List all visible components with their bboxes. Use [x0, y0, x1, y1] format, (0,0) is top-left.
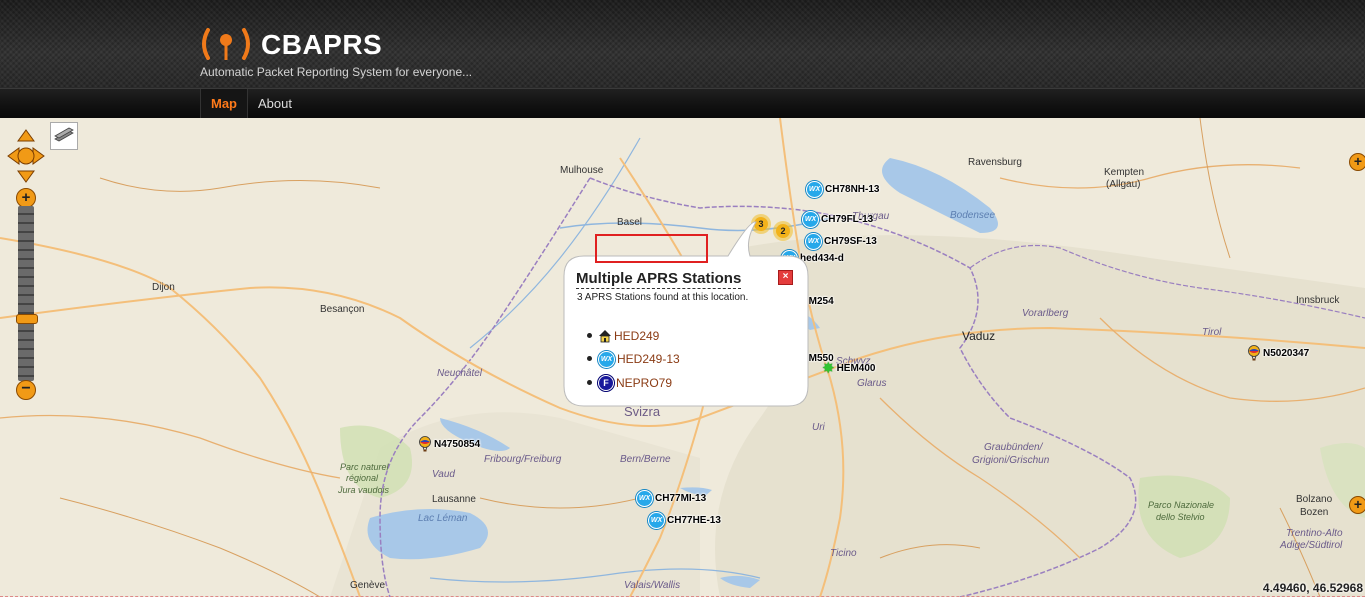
main-nav: Map About	[0, 88, 1365, 119]
place-label: Bolzano	[1296, 494, 1333, 505]
place-label: Lausanne	[432, 494, 476, 505]
place-label: Grigioni/Grischun	[972, 455, 1050, 466]
close-icon[interactable]: ×	[778, 270, 793, 285]
place-label: Lac Léman	[418, 513, 468, 524]
wx-icon: WX	[648, 511, 665, 529]
place-label: Kempten	[1104, 167, 1145, 178]
place-label: Valais/Wallis	[624, 580, 681, 591]
popup-title: Multiple APRS Stations	[576, 270, 742, 289]
pan-control[interactable]	[7, 129, 45, 183]
station-label[interactable]: N5020347	[1263, 348, 1309, 359]
popup-station-link[interactable]: HED249-13	[617, 352, 680, 366]
place-label: Uri	[812, 422, 825, 433]
place-label: Tirol	[1202, 327, 1222, 338]
place-label: dello Stelvio	[1156, 512, 1205, 522]
header: CBAPRS Automatic Packet Reporting System…	[0, 0, 1365, 88]
highlight-box	[595, 234, 708, 263]
place-label: Vorarlberg	[1022, 308, 1069, 319]
popup-window: Multiple APRS Stations × 3 APRS Stations…	[564, 256, 804, 406]
station-label[interactable]: N4750854	[434, 439, 480, 450]
expand-panel-button[interactable]: +	[1349, 153, 1365, 171]
place-label: Bern/Berne	[620, 454, 671, 465]
house-icon	[599, 330, 611, 343]
zoom-in-button[interactable]: +	[16, 188, 36, 208]
zoom-slider-track[interactable]	[18, 206, 34, 381]
station-marker[interactable]: N5020347	[1247, 345, 1309, 361]
brand-title[interactable]: CBAPRS	[261, 29, 382, 61]
place-label: Parco Nazionale	[1148, 500, 1215, 510]
popup-subtitle: 3 APRS Stations found at this location.	[577, 292, 749, 303]
wx-icon: WX	[598, 350, 615, 368]
station-label[interactable]: CH77MI-13	[655, 493, 706, 504]
layers-icon	[54, 127, 74, 142]
place-label: Bodensee	[950, 210, 996, 221]
popup-station-link[interactable]: HED249	[614, 329, 659, 343]
popup-station-item[interactable]: WX HED249-13	[587, 350, 680, 368]
station-marker[interactable]: WX CH77HE-13	[648, 511, 721, 529]
place-label: Graubünden/	[984, 442, 1043, 453]
balloon-icon	[419, 436, 431, 452]
expand-panel-button[interactable]: +	[1349, 496, 1365, 514]
layer-switcher-button[interactable]	[50, 122, 78, 150]
station-marker[interactable]: WX CH79SF-13	[805, 232, 877, 250]
place-label: régional	[346, 473, 379, 483]
place-label: Trentino-Alto	[1286, 528, 1343, 539]
bullet-icon	[587, 333, 592, 338]
nav-item-about[interactable]: About	[248, 89, 302, 119]
place-label: Dijon	[152, 282, 175, 293]
place-label: Jura vaudois	[338, 485, 390, 495]
station-marker[interactable]: WX CH78NH-13	[806, 180, 879, 198]
f-symbol-icon: F	[598, 375, 614, 391]
station-label[interactable]: HEM400	[837, 363, 876, 374]
station-label[interactable]: CH79SF-13	[824, 236, 877, 247]
map-canvas[interactable]: Mulhouse Basel Dijon Besançon Ravensburg…	[0, 118, 1365, 597]
place-label: Bozen	[1300, 507, 1329, 518]
place-label: Parc naturel	[340, 462, 389, 472]
place-label: Besançon	[320, 304, 365, 315]
zoom-out-button[interactable]: −	[16, 380, 36, 400]
station-label[interactable]: CH79FL-13	[821, 214, 873, 225]
place-label: Vaud	[432, 469, 455, 480]
station-label[interactable]: CH78NH-13	[825, 184, 879, 195]
station-marker[interactable]: WX CH77MI-13	[636, 489, 706, 507]
mouse-coordinates: 4.49460, 46.52968	[1262, 581, 1363, 595]
bullet-icon	[587, 380, 592, 385]
place-label: Innsbruck	[1296, 295, 1340, 306]
place-label: Ravensburg	[968, 157, 1022, 168]
place-label: Fribourg/Freiburg	[484, 454, 562, 465]
station-marker[interactable]: WX CH79FL-13	[802, 210, 873, 228]
zoom-slider-handle[interactable]	[16, 314, 38, 324]
station-marker[interactable]: ✸ HEM400	[822, 360, 875, 376]
balloon-icon	[1248, 345, 1260, 361]
popup-station-item[interactable]: HED249	[587, 327, 659, 345]
popup-station-item[interactable]: F NEPRO79	[587, 374, 672, 392]
station-label[interactable]: CH77HE-13	[667, 515, 721, 526]
wx-icon: WX	[806, 180, 823, 198]
place-label: Vaduz	[962, 329, 996, 343]
bullet-icon	[587, 356, 592, 361]
place-label: (Allgau)	[1106, 179, 1141, 190]
place-label: Ticino	[830, 548, 857, 559]
popup-station-link[interactable]: NEPRO79	[616, 376, 672, 390]
place-label: Glarus	[857, 378, 887, 389]
place-label: Genève	[350, 580, 386, 591]
place-label: Adige/Südtirol	[1280, 540, 1343, 551]
antenna-logo-icon	[202, 28, 250, 60]
nav-item-map[interactable]: Map	[200, 89, 248, 119]
station-marker[interactable]: N4750854	[418, 436, 480, 452]
tagline: Automatic Packet Reporting System for ev…	[200, 65, 473, 79]
place-label: Mulhouse	[560, 165, 604, 176]
star-icon: ✸	[822, 359, 835, 377]
wx-icon: WX	[636, 489, 653, 507]
place-label: Neuchâtel	[437, 368, 483, 379]
